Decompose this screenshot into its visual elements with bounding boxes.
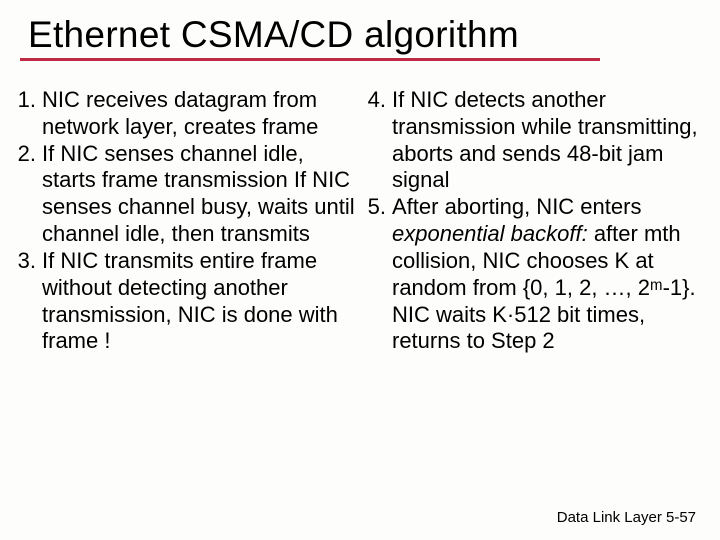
item-number: 4. bbox=[366, 87, 392, 194]
item-number: 5. bbox=[366, 194, 392, 355]
italic-term: exponential backoff: bbox=[392, 221, 588, 246]
item-text: If NIC detects another transmission whil… bbox=[392, 87, 708, 194]
item-number: 1. bbox=[16, 87, 42, 141]
list-item: 2. If NIC senses channel idle, starts fr… bbox=[16, 141, 358, 248]
slide-title: Ethernet CSMA/CD algorithm bbox=[0, 0, 720, 58]
list-item: 3. If NIC transmits entire frame without… bbox=[16, 248, 358, 355]
list-item: 1. NIC receives datagram from network la… bbox=[16, 87, 358, 141]
left-column: 1. NIC receives datagram from network la… bbox=[16, 87, 364, 355]
item-text: NIC receives datagram from network layer… bbox=[42, 87, 358, 141]
list-item: 4. If NIC detects another transmission w… bbox=[366, 87, 708, 194]
item-text: After aborting, NIC enters exponential b… bbox=[392, 194, 708, 355]
item-text: If NIC transmits entire frame without de… bbox=[42, 248, 358, 355]
item-text: If NIC senses channel idle, starts frame… bbox=[42, 141, 358, 248]
slide-footer: Data Link Layer 5-57 bbox=[557, 509, 696, 526]
list-item: 5. After aborting, NIC enters exponentia… bbox=[366, 194, 708, 355]
right-column: 4. If NIC detects another transmission w… bbox=[364, 87, 708, 355]
content-columns: 1. NIC receives datagram from network la… bbox=[0, 61, 720, 355]
item-number: 3. bbox=[16, 248, 42, 355]
item-number: 2. bbox=[16, 141, 42, 248]
